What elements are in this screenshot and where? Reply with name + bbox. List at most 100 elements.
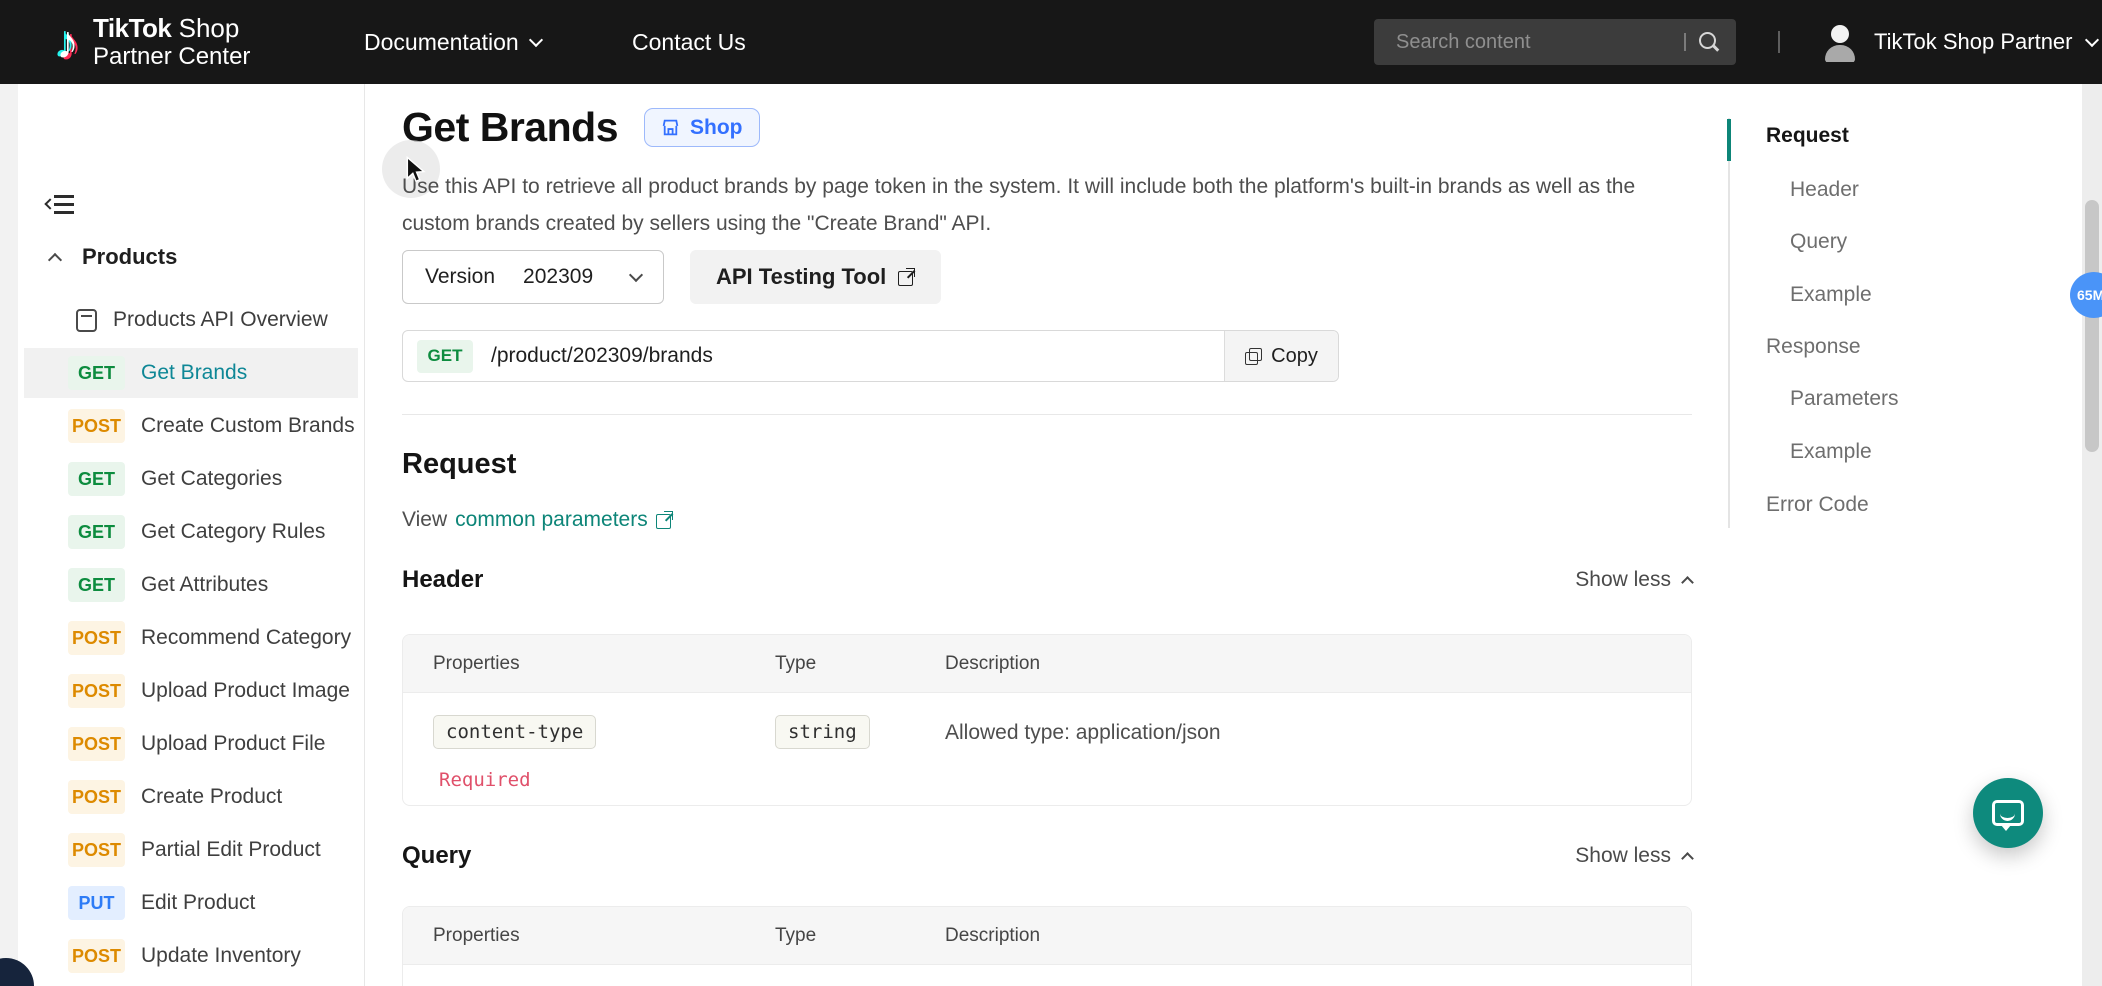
- top-navbar: ♪ TikTok Shop Partner Center Documentati…: [0, 0, 2102, 84]
- method-badge: POST: [68, 939, 125, 973]
- mouse-cursor: [404, 156, 428, 182]
- query-parameters-table: Properties Type Description: [402, 906, 1692, 986]
- column-properties: Properties: [433, 635, 520, 693]
- copy-button[interactable]: Copy: [1224, 331, 1338, 381]
- query-section-heading: Query: [402, 842, 471, 870]
- tiktok-note-icon: ♪: [56, 10, 79, 74]
- chevron-up-icon: [1681, 852, 1694, 865]
- version-select[interactable]: Version 202309: [402, 250, 664, 304]
- toc-rail: [1728, 118, 1730, 528]
- property-chip: content-type: [433, 715, 596, 749]
- endpoint-path: /product/202309/brands: [491, 344, 713, 368]
- column-type: Type: [775, 907, 816, 965]
- brand-secondary: Shop: [179, 13, 240, 43]
- method-badge: POST: [68, 780, 125, 814]
- chevron-down-icon: [529, 32, 543, 46]
- external-link-icon: [898, 269, 915, 286]
- brand-logo[interactable]: ♪ TikTok Shop Partner Center: [56, 10, 250, 74]
- required-flag: Required: [439, 769, 531, 791]
- header-show-less-toggle[interactable]: Show less: [1575, 568, 1692, 592]
- toc-item-response[interactable]: Response: [1766, 335, 1861, 359]
- account-label: TikTok Shop Partner: [1874, 29, 2073, 55]
- sidebar-item-create-custom-brands[interactable]: POST Create Custom Brands: [24, 401, 358, 451]
- sidebar-item-partial-edit-product[interactable]: POST Partial Edit Product: [24, 825, 358, 875]
- sidebar-item-create-product[interactable]: POST Create Product: [24, 772, 358, 822]
- shop-tag: Shop: [644, 108, 760, 147]
- common-parameters-link[interactable]: common parameters: [455, 508, 648, 532]
- column-properties: Properties: [433, 907, 520, 965]
- search-box[interactable]: [1374, 19, 1736, 65]
- table-header-row: Properties Type Description: [403, 907, 1691, 965]
- sidebar-item-get-attributes[interactable]: GET Get Attributes: [24, 560, 358, 610]
- toc-item-example[interactable]: Example: [1790, 283, 1872, 307]
- chevron-up-icon: [48, 252, 62, 266]
- sidebar-item-get-categories[interactable]: GET Get Categories: [24, 454, 358, 504]
- method-badge: GET: [68, 515, 125, 549]
- view-common-parameters: View common parameters: [402, 508, 673, 532]
- sidebar-item-products-api-overview[interactable]: Products API Overview: [76, 296, 328, 344]
- method-badge: POST: [68, 621, 125, 655]
- avatar: [1820, 22, 1860, 62]
- method-badge: GET: [417, 340, 473, 373]
- chevron-down-icon: [629, 267, 643, 281]
- type-chip: string: [775, 715, 870, 749]
- toc-item-parameters[interactable]: Parameters: [1790, 387, 1899, 411]
- method-badge: GET: [68, 462, 125, 496]
- chevron-up-icon: [1681, 576, 1694, 589]
- sidebar-gutter: [0, 84, 18, 986]
- query-show-less-toggle[interactable]: Show less: [1575, 844, 1692, 868]
- account-menu[interactable]: TikTok Shop Partner: [1820, 0, 2097, 84]
- api-testing-tool-button[interactable]: API Testing Tool: [690, 250, 941, 304]
- column-description: Description: [945, 907, 1040, 965]
- chat-icon: [1992, 800, 2024, 826]
- chat-button[interactable]: [1973, 778, 2043, 848]
- sidebar-item-upload-product-image[interactable]: POST Upload Product Image: [24, 666, 358, 716]
- toc-active-indicator: [1727, 119, 1731, 161]
- sidebar-item-edit-product[interactable]: PUT Edit Product: [24, 878, 358, 928]
- sidebar-item-recommend-category[interactable]: POST Recommend Category: [24, 613, 358, 663]
- copy-icon: [1245, 348, 1262, 365]
- page-title: Get Brands: [402, 104, 618, 151]
- toc-item-query[interactable]: Query: [1790, 230, 1847, 254]
- page: ♪ TikTok Shop Partner Center Documentati…: [0, 0, 2102, 986]
- table-of-contents: Request Header Query Example Response Pa…: [1700, 84, 2080, 986]
- sidebar-item-upload-product-file[interactable]: POST Upload Product File: [24, 719, 358, 769]
- method-badge: GET: [68, 356, 125, 390]
- brand-text: TikTok Shop Partner Center: [93, 13, 250, 71]
- navbar-separator: [1778, 31, 1780, 53]
- column-type: Type: [775, 635, 816, 693]
- sidebar-section-products[interactable]: Products: [50, 244, 177, 270]
- toc-item-error-code[interactable]: Error Code: [1766, 493, 1869, 517]
- api-description: Use this API to retrieve all product bra…: [402, 168, 1662, 242]
- nav-contact-us[interactable]: Contact Us: [632, 0, 746, 84]
- scrollbar-thumb[interactable]: [2085, 200, 2099, 452]
- description-cell: Allowed type: application/json: [945, 721, 1221, 745]
- search-divider: [1684, 33, 1686, 51]
- search-input[interactable]: [1374, 31, 1684, 54]
- sidebar: Products Products API Overview GET Get B…: [0, 84, 365, 986]
- toc-item-header[interactable]: Header: [1790, 178, 1859, 202]
- method-badge: GET: [68, 568, 125, 602]
- toc-item-example-2[interactable]: Example: [1790, 440, 1872, 464]
- brand-line2: Partner Center: [93, 43, 250, 71]
- method-badge: POST: [68, 409, 125, 443]
- sidebar-item-get-brands[interactable]: GET Get Brands: [24, 348, 358, 398]
- collapse-sidebar-icon[interactable]: [46, 194, 74, 216]
- nav-documentation[interactable]: Documentation: [364, 0, 541, 84]
- divider: [402, 414, 1692, 415]
- brand-primary: TikTok: [93, 13, 171, 43]
- table-header-row: Properties Type Description: [403, 635, 1691, 693]
- chevron-down-icon: [2084, 32, 2098, 46]
- endpoint-bar: GET /product/202309/brands Copy: [402, 330, 1339, 382]
- header-section-heading: Header: [402, 566, 483, 594]
- external-link-icon: [656, 512, 673, 529]
- column-description: Description: [945, 635, 1040, 693]
- sidebar-item-get-category-rules[interactable]: GET Get Category Rules: [24, 507, 358, 557]
- sidebar-item-update-inventory[interactable]: POST Update Inventory: [24, 931, 358, 981]
- method-badge: POST: [68, 674, 125, 708]
- toc-item-request[interactable]: Request: [1766, 124, 1849, 148]
- main-content: Get Brands Shop Use this API to retrieve…: [402, 84, 1692, 986]
- request-heading: Request: [402, 448, 516, 481]
- search-icon[interactable]: [1698, 31, 1720, 53]
- method-badge: PUT: [68, 886, 125, 920]
